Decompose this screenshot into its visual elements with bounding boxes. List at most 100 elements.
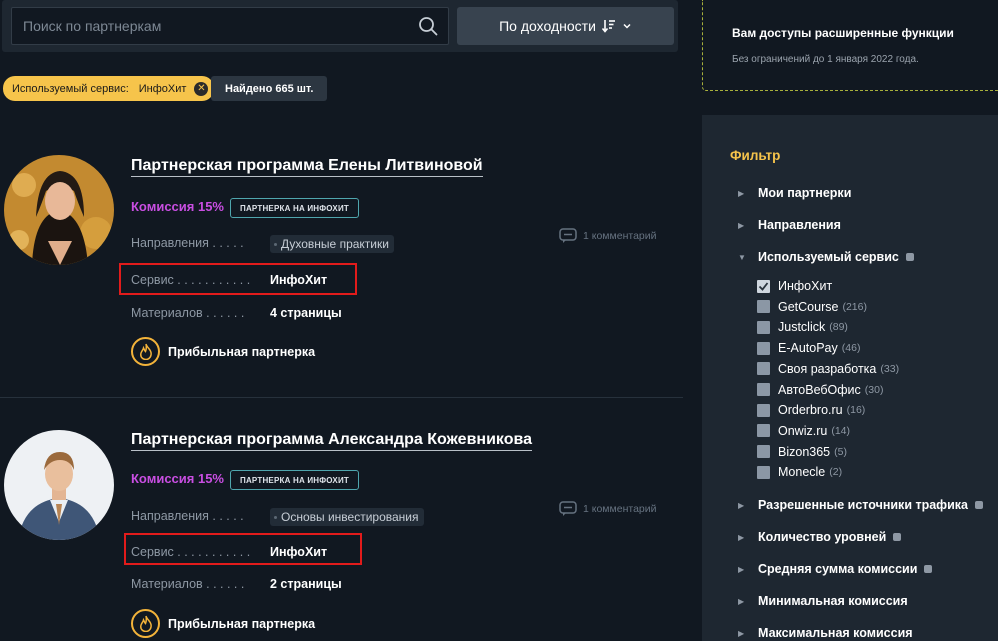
direction-tag[interactable]: Основы инвестирования [270,508,424,526]
info-icon[interactable] [975,501,984,509]
comments-count: 1 комментарий [583,503,657,515]
checkbox[interactable] [757,362,770,376]
filter-section-my-partners[interactable]: ▶ Мои партнерки [738,186,851,200]
service-option-label: Bizon365 [778,444,831,459]
filter-section-label: Максимальная комиссия [758,626,913,640]
filter-section-avg-commission[interactable]: ▶ Средняя сумма комиссии [738,562,933,576]
chevron-down-icon [623,23,631,29]
filter-section-max-commission[interactable]: ▶ Максимальная комиссия [738,626,913,640]
info-icon[interactable] [905,253,914,261]
comments-link[interactable]: 1 комментарий [559,501,657,517]
service-option-label: E-AutoPay [778,341,838,356]
service-option-count: (5) [834,445,847,458]
partner-badge: ПАРТНЕРКА НА ИНФОХИТ [230,198,359,218]
info-icon[interactable] [924,565,933,573]
checkbox[interactable] [757,465,770,479]
profit-badge: Прибыльная партнерка [131,609,315,638]
service-option[interactable]: Bizon365 (5) [757,445,847,459]
sort-icon [601,20,615,33]
service-option[interactable]: GetCourse (216) [757,300,867,314]
filter-section-traffic[interactable]: ▶ Разрешенные источники трафика [738,498,984,512]
chip-value: ИнфоХит [138,82,187,95]
service-option-count: (89) [829,321,848,334]
chevron-right-icon: ▶ [738,220,745,230]
service-option-label: Justclick [778,320,826,335]
service-option-label: Своя разработка [778,361,877,376]
filter-section-directions[interactable]: ▶ Направления [738,218,841,232]
chip-label: Используемый сервис: [12,82,129,95]
service-option-count: (16) [846,404,866,417]
service-highlight-box [124,533,362,565]
service-option[interactable]: Своя разработка (33) [757,362,899,376]
checkbox[interactable] [757,300,770,314]
comment-icon [559,501,577,516]
service-option-count: (33) [880,362,900,375]
materials-value: 4 страницы [270,306,342,320]
comments-link[interactable]: 1 комментарий [559,228,657,244]
service-option[interactable]: Onwiz.ru (14) [757,424,850,438]
service-option-count: (30) [864,383,884,396]
service-option[interactable]: Orderbro.ru (16) [757,403,865,417]
checkbox[interactable] [757,403,770,417]
service-option[interactable]: АвтоВебОфис (30) [757,383,883,397]
checkbox[interactable] [757,320,770,334]
checkbox[interactable] [757,445,770,459]
service-option-count: (46) [841,342,861,355]
partner-badge: ПАРТНЕРКА НА ИНФОХИТ [230,470,359,490]
service-option-count: (14) [831,424,851,437]
service-option-label: GetCourse [778,299,839,314]
filter-section-label: Используемый сервис [758,250,899,264]
filter-title: Фильтр [730,148,781,163]
page: По доходности Используемый сервис: ИнфоХ… [0,0,998,641]
search-bar: По доходности [2,0,678,52]
search-input[interactable] [12,8,402,44]
avatar[interactable] [4,430,114,540]
service-option-label: Onwiz.ru [778,423,828,438]
checkbox[interactable] [757,424,770,438]
service-option[interactable]: ИнфоХит [757,279,836,293]
sort-label: По доходности [499,18,596,34]
service-option[interactable]: Justclick (89) [757,320,848,334]
service-option[interactable]: Monecle (2) [757,465,842,479]
direction-tag[interactable]: Духовные практики [270,235,394,253]
service-option-label: АвтоВебОфис [778,382,861,397]
filter-section-service[interactable]: ▼ Используемый сервис [738,250,914,264]
filter-section-label: Направления [758,218,841,232]
chevron-right-icon: ▶ [738,564,745,574]
profit-badge: Прибыльная партнерка [131,337,315,366]
search-field [11,7,449,45]
filter-panel: Фильтр ▶ Мои партнерки ▶ Направления ▼ И… [702,115,998,641]
info-icon[interactable] [893,533,902,541]
card-title[interactable]: Партнерская программа Александра Кожевни… [131,431,532,451]
filter-section-label: Разрешенные источники трафика [758,498,969,512]
checkbox[interactable] [757,383,770,396]
directions-label: Направления . . . . . [131,236,244,250]
sort-dropdown-button[interactable]: По доходности [457,7,674,45]
service-option[interactable]: E-AutoPay (46) [757,341,860,355]
comments-count: 1 комментарий [583,230,657,242]
filter-section-levels[interactable]: ▶ Количество уровней [738,530,902,544]
checkbox-checked[interactable] [757,279,770,293]
chevron-down-icon: ▼ [738,252,746,262]
card-title[interactable]: Партнерская программа Елены Литвиновой [131,157,483,177]
profit-label: Прибыльная партнерка [168,616,316,631]
materials-value: 2 страницы [270,577,342,591]
close-icon[interactable]: ✕ [194,81,209,96]
search-icon[interactable] [418,16,438,36]
filter-section-min-commission[interactable]: ▶ Минимальная комиссия [738,594,908,608]
checkbox[interactable] [757,341,770,355]
partner-card: Партнерская программа Елены Литвиновой К… [0,130,683,398]
chevron-right-icon: ▶ [738,628,745,638]
profit-label: Прибыльная партнерка [168,344,316,359]
commission: Комиссия 15% [131,471,224,486]
chevron-right-icon: ▶ [738,500,745,510]
service-option-label: Monecle [778,465,826,480]
fire-icon [131,337,160,366]
materials-label: Материалов . . . . . . [131,306,245,320]
commission: Комиссия 15% [131,199,224,214]
chevron-right-icon: ▶ [738,188,745,198]
filter-section-label: Количество уровней [758,530,887,544]
avatar[interactable] [4,155,114,265]
partner-card: Партнерская программа Александра Кожевни… [0,400,683,641]
service-filter-chip: Используемый сервис: ИнфоХит ✕ [3,76,215,101]
